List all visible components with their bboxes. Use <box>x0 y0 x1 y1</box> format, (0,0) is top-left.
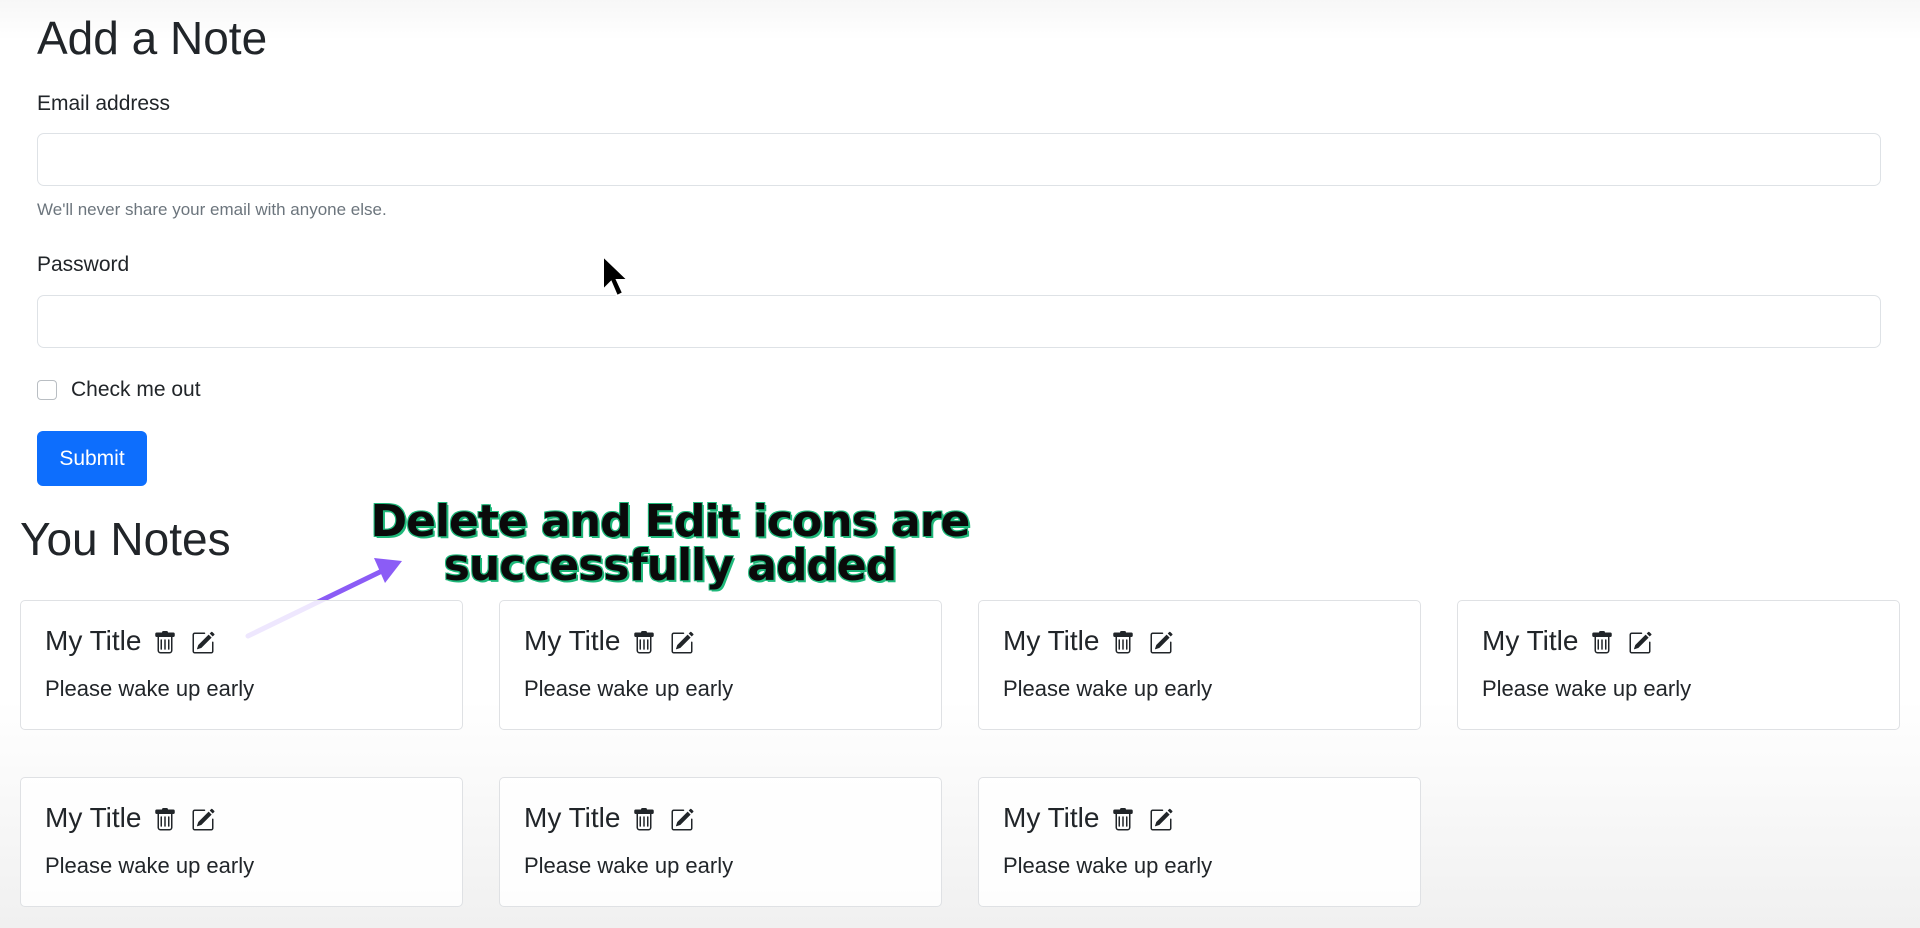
annotation-line-1: Delete and Edit icons are <box>370 496 971 547</box>
email-label: Email address <box>37 92 171 115</box>
note-title: My Title <box>45 625 142 656</box>
note-card: My Title Please wake up early <box>499 600 942 730</box>
note-card: My Title Please wake up early <box>20 777 463 907</box>
edit-icon[interactable] <box>670 808 696 834</box>
trash-icon[interactable] <box>1111 808 1137 834</box>
trash-icon[interactable] <box>632 808 658 834</box>
note-description: Please wake up early <box>45 676 255 701</box>
note-title: My Title <box>1003 625 1100 656</box>
edit-icon[interactable] <box>670 631 696 657</box>
note-title: My Title <box>524 802 621 833</box>
edit-icon[interactable] <box>191 808 217 834</box>
note-card: My Title Please wake up early <box>20 600 463 730</box>
check-me-out-checkbox[interactable] <box>37 380 57 400</box>
note-title: My Title <box>1003 802 1100 833</box>
annotation-line-2: successfully added <box>443 540 898 591</box>
check-me-out-row: Check me out <box>37 378 201 402</box>
check-me-out-label[interactable]: Check me out <box>71 378 201 402</box>
edit-icon[interactable] <box>191 631 217 657</box>
note-card: My Title Please wake up early <box>978 777 1421 907</box>
mouse-cursor-icon <box>602 254 631 298</box>
edit-icon[interactable] <box>1628 631 1654 657</box>
submit-button[interactable]: Submit <box>37 431 147 486</box>
edit-icon[interactable] <box>1149 808 1175 834</box>
email-help-text: We'll never share your email with anyone… <box>37 200 387 219</box>
password-label: Password <box>37 253 130 276</box>
trash-icon[interactable] <box>632 631 658 657</box>
note-description: Please wake up early <box>1003 853 1213 878</box>
annotation-caption: Delete and Edit icons are successfully a… <box>360 500 980 588</box>
trash-icon[interactable] <box>153 808 179 834</box>
trash-icon[interactable] <box>153 631 179 657</box>
note-card: My Title Please wake up early <box>978 600 1421 730</box>
note-title: My Title <box>1482 625 1579 656</box>
password-field[interactable] <box>37 295 1881 348</box>
note-card: My Title Please wake up early <box>1457 600 1900 730</box>
edit-icon[interactable] <box>1149 631 1175 657</box>
note-description: Please wake up early <box>45 853 255 878</box>
note-description: Please wake up early <box>1482 676 1692 701</box>
trash-icon[interactable] <box>1590 631 1616 657</box>
note-card: My Title Please wake up early <box>499 777 942 907</box>
note-description: Please wake up early <box>524 853 734 878</box>
note-title: My Title <box>45 802 142 833</box>
note-description: Please wake up early <box>1003 676 1213 701</box>
notes-heading: You Notes <box>20 513 231 565</box>
email-field[interactable] <box>37 133 1881 186</box>
form-title: Add a Note <box>37 12 268 64</box>
note-title: My Title <box>524 625 621 656</box>
trash-icon[interactable] <box>1111 631 1137 657</box>
note-description: Please wake up early <box>524 676 734 701</box>
